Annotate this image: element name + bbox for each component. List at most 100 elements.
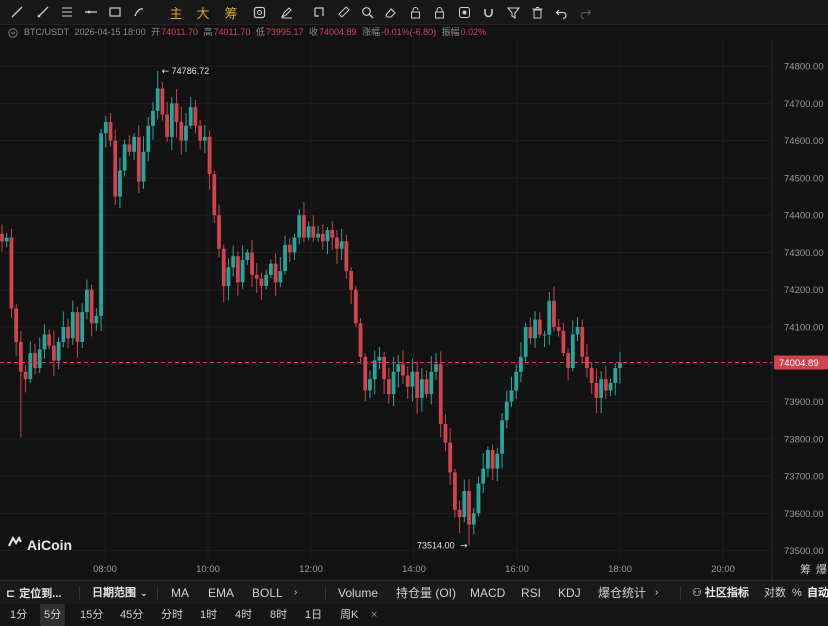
horizontal-line-icon[interactable] [34,3,52,21]
magnet-icon[interactable] [479,3,497,21]
amplitude-value: 0.02% [460,27,487,37]
candle-body [33,353,37,369]
candle-body [37,349,42,369]
candle-body [358,323,363,357]
eye-icon[interactable] [455,3,473,21]
lock-icon[interactable] [406,3,424,21]
ruler-icon[interactable] [334,3,352,21]
current-price-value: 74004.89 [779,358,819,369]
y-tick-label: 73500.00 [784,546,824,557]
sub-indicator-liquidation[interactable]: 爆仓统计 [598,581,646,605]
indicator-ma[interactable]: MA [171,581,189,605]
candle-body [415,371,420,398]
candle-body [207,136,212,175]
date-range-dropdown[interactable]: 日期范围 ⌄ [92,581,148,605]
candle-body [377,356,382,361]
close-icon[interactable]: × [371,604,377,626]
timeframe-15m[interactable]: 15分 [80,604,103,626]
candle-body [292,237,297,253]
timeframe-bar: 1分 5分 15分 45分 分时 1时 4时 8时 1日 周K × [0,604,828,626]
lock-icon-2[interactable] [430,3,448,21]
open-value: 74011.70 [161,27,198,37]
candle-body [452,472,457,510]
screenshot-icon[interactable] [250,3,268,21]
sub-indicator-volume[interactable]: Volume [338,581,378,605]
main-chart-icon[interactable]: 主 [168,3,184,21]
candle-body [70,312,75,339]
redo-icon[interactable] [576,3,594,21]
open-label: 开 [151,27,161,37]
candle-body [391,371,396,395]
candle-body [603,379,608,391]
magnifier-icon[interactable] [358,3,376,21]
sub-indicator-oi[interactable]: 持仓量 (OI) [396,581,456,605]
candle-body [264,274,269,287]
chevron-right-icon[interactable]: › [655,581,658,605]
candle-body [349,271,353,290]
sub-indicator-rsi[interactable]: RSI [521,581,541,605]
candle-body [0,233,4,242]
rectangle-icon[interactable] [106,3,124,21]
community-indicator-button[interactable]: ⚇ 社区指标 [692,581,749,605]
filter-icon[interactable] [504,3,522,21]
timeframe-5m[interactable]: 5分 [40,604,66,626]
text-note-icon[interactable] [277,3,295,21]
blast-side-label: 爆 [816,562,827,576]
sub-indicator-macd[interactable]: MACD [470,581,505,605]
locate-icon: ⊏ [6,588,16,600]
timeframe-45m[interactable]: 45分 [120,604,143,626]
horizontal-ray-icon[interactable] [82,3,100,21]
candle-body [221,248,226,287]
x-tick-label: 18:00 [608,564,632,575]
timeframe-1h[interactable]: 1时 [200,604,217,626]
candlestick-chart[interactable]: 74800.00 74700.00 74600.00 74500.00 74400.00… [0,40,828,580]
candle-body [594,382,599,398]
timeframe-1d[interactable]: 1日 [305,604,322,626]
timeframe-4h[interactable]: 4时 [235,604,252,626]
y-tick-label: 74600.00 [784,136,824,147]
chip-distribution-icon[interactable]: 筹 [223,3,239,21]
price-axis: 74800.00 74700.00 74600.00 74500.00 74400.00… [784,62,824,558]
undo-icon[interactable] [552,3,570,21]
candle-body [363,356,368,391]
candle-body [552,300,556,328]
candle-body [113,140,118,197]
candle-body [165,114,170,137]
brush-icon[interactable] [130,3,148,21]
menu-lines-icon[interactable] [58,3,76,21]
candle-body [278,271,283,283]
ohlc-info-bar: BTC/USDT 2026-04-15 18:00 开74011.70 高740… [0,24,828,40]
x-tick-label: 08:00 [93,564,117,575]
select-icon[interactable] [310,3,328,21]
trend-line-icon[interactable] [8,3,26,21]
chevron-right-icon[interactable]: › [294,581,297,605]
big-chart-icon[interactable]: 大 [195,3,211,21]
auto-scale-toggle[interactable]: 自动 [807,581,828,605]
eraser-icon[interactable] [381,3,399,21]
trash-icon[interactable] [528,3,546,21]
percent-scale-toggle[interactable]: % [792,581,802,605]
low-value: 73995.17 [265,27,304,37]
indicator-ema[interactable]: EMA [208,581,234,605]
timeframe-8h[interactable]: 8时 [270,604,287,626]
log-scale-toggle[interactable]: 对数 [764,581,786,605]
indicator-boll[interactable]: BOLL [252,581,283,605]
timeframe-1m[interactable]: 1分 [10,604,27,626]
candle-body [169,103,174,137]
sub-indicator-kdj[interactable]: KDJ [558,581,581,605]
y-tick-label: 74500.00 [784,173,824,184]
candle-body [316,233,320,238]
symbol: BTC/USDT [24,27,69,37]
locate-button[interactable]: ⊏ 定位到... [6,581,61,605]
candle-body [419,379,424,398]
candle-body [613,368,618,383]
candle-body [136,136,141,182]
timeframe-line[interactable]: 分时 [161,604,183,626]
grid [0,40,773,580]
collapse-chevron-icon[interactable] [8,24,20,40]
candle-body [509,390,514,402]
y-tick-label: 74100.00 [784,323,824,334]
timeframe-1w[interactable]: 周K [340,604,358,626]
candle-body [61,327,66,342]
candle-body [405,375,410,387]
